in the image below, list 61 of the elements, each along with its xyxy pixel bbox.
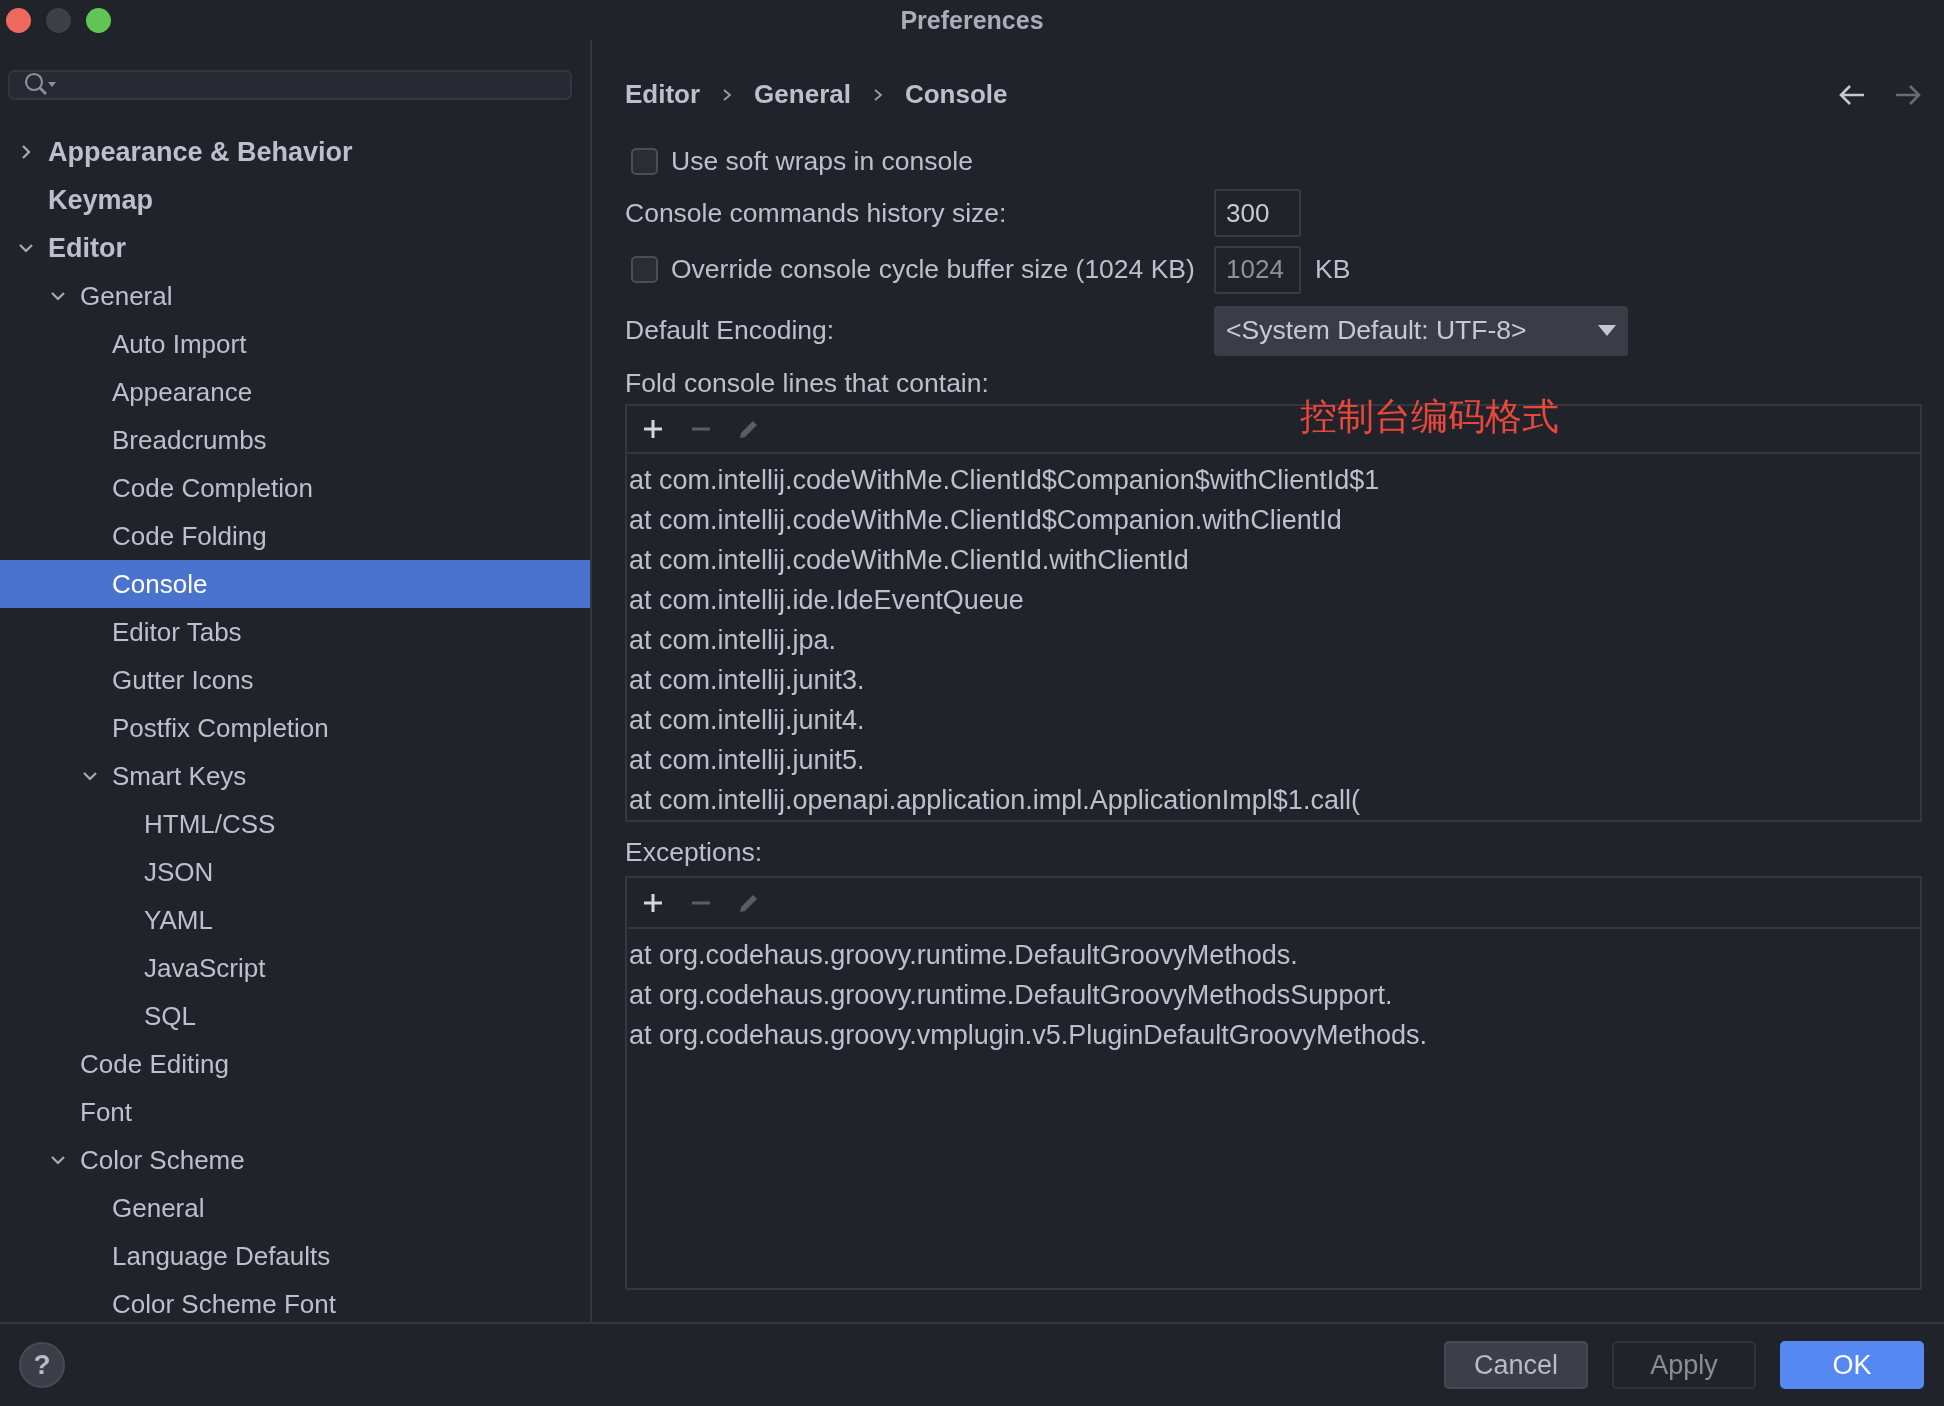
list-item[interactable]: at com.intellij.jpa. bbox=[629, 620, 1920, 661]
tree-item[interactable]: Smart Keys bbox=[0, 752, 590, 800]
dropdown-arrow-icon bbox=[1598, 325, 1616, 337]
list-item[interactable]: at org.codehaus.groovy.vmplugin.v5.PluginDefaultGroovyMethods. bbox=[629, 1015, 1920, 1056]
list-item[interactable]: at org.codehaus.groovy.runtime.DefaultGroovyMethods. bbox=[629, 935, 1920, 976]
tree-item[interactable]: JavaScript bbox=[0, 944, 590, 992]
breadcrumb-item[interactable]: Editor bbox=[625, 79, 701, 111]
tree-item[interactable]: Editor bbox=[0, 224, 590, 272]
tree-item[interactable]: General bbox=[0, 272, 590, 320]
list-item[interactable]: at com.intellij.codeWithMe.ClientId$Companion.withClientId bbox=[629, 500, 1920, 541]
tree-item[interactable]: Font bbox=[0, 1088, 590, 1136]
list-item[interactable]: at com.intellij.openapi.application.impl.ApplicationImpl$1.call( bbox=[629, 780, 1920, 821]
tree-item[interactable]: Code Editing bbox=[0, 1040, 590, 1088]
tree-item[interactable]: Console bbox=[0, 560, 590, 608]
tree-item[interactable]: Language Defaults bbox=[0, 1232, 590, 1280]
tree-item[interactable]: Gutter Icons bbox=[0, 656, 590, 704]
list-item[interactable]: at com.intellij.codeWithMe.ClientId$Companion$withClientId$1 bbox=[629, 460, 1920, 501]
tree-item[interactable]: SQL bbox=[0, 992, 590, 1040]
section-label: Exceptions: bbox=[625, 836, 762, 868]
tree-item[interactable]: Appearance & Behavior bbox=[0, 128, 590, 176]
list-item[interactable]: at com.intellij.junit5. bbox=[629, 740, 1920, 781]
tree-item[interactable]: Color Scheme Font bbox=[0, 1280, 590, 1322]
back-arrow-icon[interactable] bbox=[1838, 83, 1866, 106]
search-field[interactable] bbox=[8, 70, 572, 100]
breadcrumb-item[interactable]: Console bbox=[904, 79, 1008, 111]
encoding-dropdown[interactable]: <System Default: UTF-8> bbox=[1214, 305, 1628, 356]
checkbox[interactable] bbox=[631, 148, 658, 176]
field-label: Console commands history size: bbox=[625, 197, 1008, 229]
window-control-icon[interactable] bbox=[86, 8, 111, 33]
tree-item[interactable]: Postfix Completion bbox=[0, 704, 590, 752]
tree-item[interactable]: Appearance bbox=[0, 368, 590, 416]
tree-item[interactable]: Editor Tabs bbox=[0, 608, 590, 656]
list-item[interactable]: at com.intellij.codeWithMe.ClientId.withClientId bbox=[629, 540, 1920, 581]
window-title: Preferences bbox=[900, 5, 1044, 35]
tree-item[interactable]: Code Folding bbox=[0, 512, 590, 560]
tree-item[interactable]: Color Scheme bbox=[0, 1136, 590, 1184]
section-label: Fold console lines that contain: bbox=[625, 367, 989, 399]
help-button[interactable]: ? bbox=[19, 1342, 65, 1388]
tree-item[interactable]: HTML/CSS bbox=[0, 800, 590, 848]
chevron-right-icon bbox=[872, 87, 883, 102]
list-item[interactable]: at com.intellij.junit3. bbox=[629, 660, 1920, 701]
tree-item[interactable]: General bbox=[0, 1184, 590, 1232]
tree-item[interactable]: Auto Import bbox=[0, 320, 590, 368]
tree-item[interactable]: Breadcrumbs bbox=[0, 416, 590, 464]
unit-label: KB bbox=[1315, 254, 1351, 286]
tree-item[interactable]: JSON bbox=[0, 848, 590, 896]
tree-item[interactable]: Code Completion bbox=[0, 464, 590, 512]
window-control-icon[interactable] bbox=[6, 8, 31, 33]
breadcrumb-item[interactable]: General bbox=[754, 79, 851, 111]
list-item[interactable]: at org.codehaus.groovy.runtime.DefaultGroovyMethodsSupport. bbox=[629, 975, 1920, 1016]
tree-item[interactable]: YAML bbox=[0, 896, 590, 944]
field-label: Default Encoding: bbox=[625, 315, 836, 347]
list-item[interactable]: at com.intellij.ide.IdeEventQueue bbox=[629, 580, 1920, 621]
annotation-text: 控制台编码格式 bbox=[1300, 395, 1559, 439]
input-field[interactable]: 300 bbox=[1214, 189, 1301, 238]
cancel-button[interactable]: Cancel bbox=[1444, 1341, 1588, 1389]
checkbox-label: Override console cycle buffer size (1024 KB) bbox=[671, 254, 1196, 286]
list-item[interactable]: at com.intellij.junit4. bbox=[629, 700, 1920, 741]
tree-item[interactable]: Keymap bbox=[0, 176, 590, 224]
checkbox-label: Use soft wraps in console bbox=[671, 146, 973, 178]
chevron-right-icon bbox=[722, 87, 733, 102]
